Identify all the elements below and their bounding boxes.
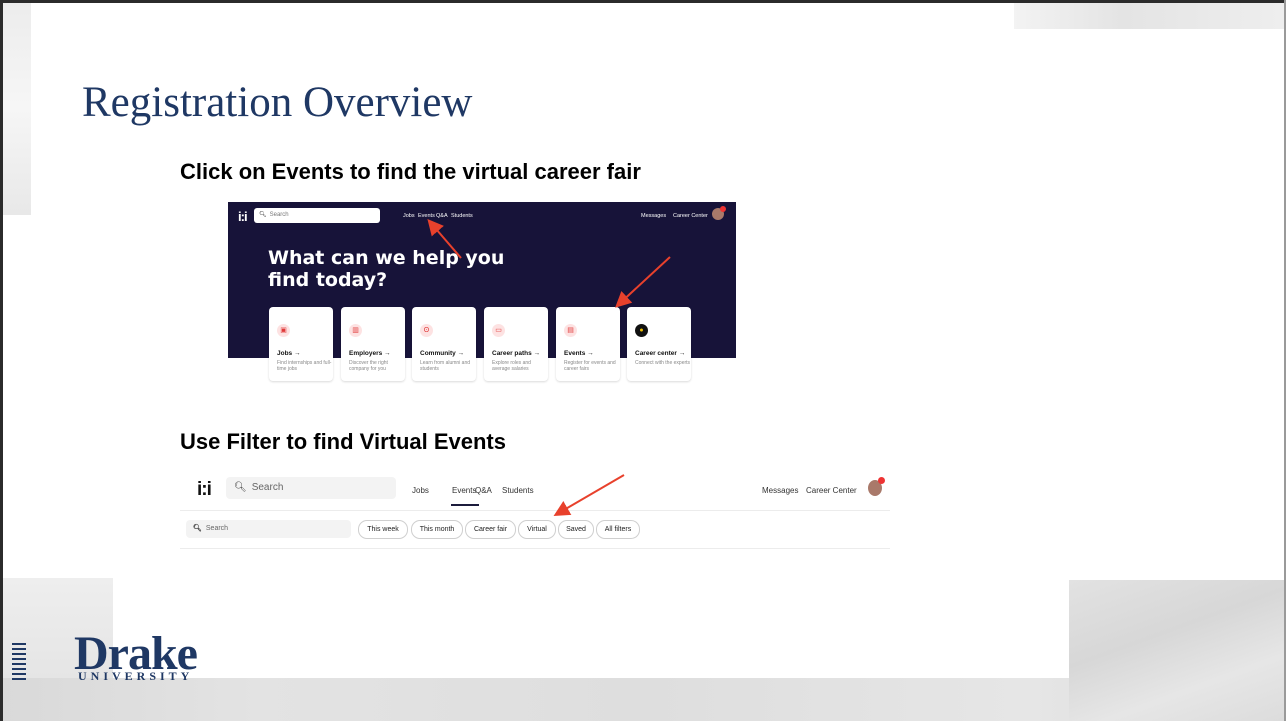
drake-logo-tagline: UNIVERSITY	[78, 669, 194, 683]
arrow-to-events-card	[615, 256, 671, 308]
slide: Registration Overview Click on Events to…	[0, 0, 1286, 721]
annotation-arrows	[427, 218, 671, 517]
arrow-to-virtual-filter	[553, 474, 625, 517]
drake-stripes-icon	[12, 643, 26, 683]
arrow-to-events-nav	[427, 218, 462, 259]
